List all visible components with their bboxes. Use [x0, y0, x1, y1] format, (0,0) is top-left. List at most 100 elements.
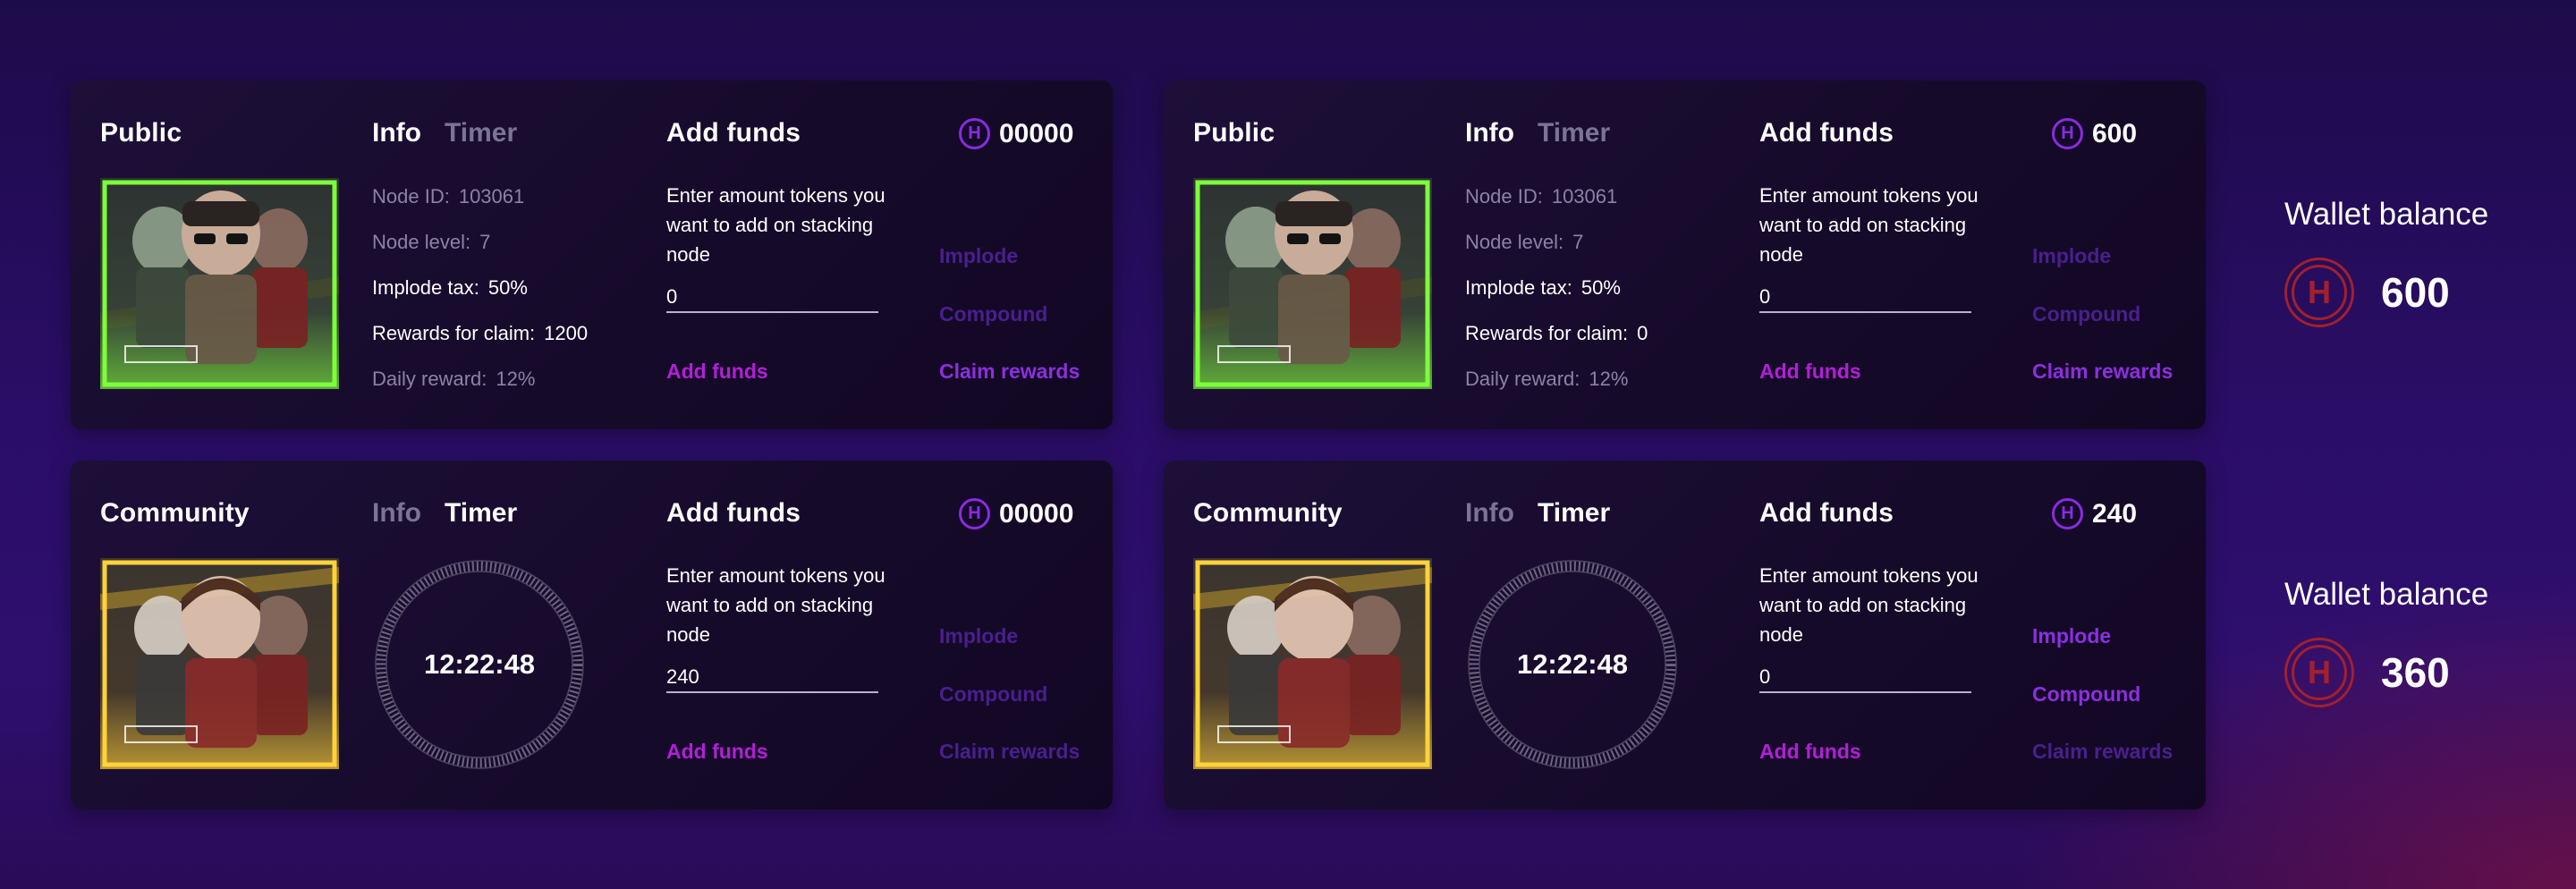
countdown-timer: 12:22:48: [1516, 648, 1629, 680]
implode-button[interactable]: Implode: [939, 624, 1018, 648]
rewards-row: Rewards for claim: 1200: [372, 322, 589, 344]
nft-image-community: [1193, 558, 1432, 769]
hex-token-icon: H: [2052, 118, 2083, 149]
token-balance: H 600: [2052, 118, 2137, 149]
add-funds-title: Add funds: [666, 498, 801, 528]
compound-button[interactable]: Compound: [2032, 302, 2140, 326]
add-funds-description: Enter amount tokens you want to add on s…: [1759, 564, 1979, 646]
hex-coin-icon-inner: H: [2292, 265, 2347, 320]
add-funds-title: Add funds: [1759, 498, 1894, 528]
add-funds-title: Add funds: [666, 118, 801, 148]
amount-input[interactable]: [1759, 663, 1971, 693]
card-title: Community: [100, 498, 250, 528]
implode-button[interactable]: Implode: [939, 244, 1018, 268]
info-timer-tabs: Info Timer: [372, 118, 517, 148]
node-info-list: Node ID: 103061 Node level: 7 Implode tax:…: [372, 183, 640, 411]
add-funds-description: Enter amount tokens you want to add on s…: [666, 184, 886, 266]
node-id-row: Node ID: 103061: [1465, 185, 1618, 207]
token-amount: 00000: [999, 498, 1074, 529]
tab-info[interactable]: Info: [1465, 498, 1514, 529]
info-timer-tabs: Info Timer: [372, 498, 517, 529]
wallet-title: Wallet balance: [2284, 197, 2489, 232]
daily-reward-row: Daily reward: 12%: [372, 368, 536, 390]
wallet-amount: 600: [2381, 269, 2450, 316]
hex-coin-icon: H: [2284, 638, 2354, 707]
node-card-public-2: Public Info Timer Node ID: 103061 Node l…: [1164, 80, 2206, 429]
hex-token-icon: H: [2052, 498, 2083, 529]
node-card-public-1: Public Info Timer Node ID: 103061 Node l…: [71, 80, 1113, 429]
card-title: Public: [1193, 118, 1275, 148]
node-id-value: 103061: [458, 185, 525, 207]
tab-timer[interactable]: Timer: [445, 118, 517, 148]
node-card-community-1: Community Info Timer 12:22:48 Add funds …: [71, 461, 1113, 809]
rewards-value: 0: [1637, 322, 1648, 344]
claim-rewards-button[interactable]: Claim rewards: [939, 740, 1080, 764]
add-funds-description: Enter amount tokens you want to add on s…: [666, 564, 886, 646]
compound-button[interactable]: Compound: [939, 682, 1047, 707]
amount-input[interactable]: [666, 283, 878, 313]
amount-input[interactable]: [1759, 283, 1971, 313]
rewards-value: 1200: [544, 322, 589, 344]
implode-tax-row: Implode tax: 50%: [1465, 276, 1621, 299]
node-level-row: Node level: 7: [1465, 231, 1584, 253]
implode-tax-row: Implode tax: 50%: [372, 276, 528, 299]
daily-reward-value: 12%: [496, 368, 536, 390]
node-info-list: Node ID: 103061 Node level: 7 Implode tax:…: [1465, 183, 1733, 411]
implode-button[interactable]: Implode: [2032, 244, 2111, 268]
claim-rewards-button[interactable]: Claim rewards: [939, 360, 1080, 384]
add-funds-button[interactable]: Add funds: [666, 740, 768, 764]
tab-timer[interactable]: Timer: [1538, 118, 1610, 148]
node-level-value: 7: [479, 231, 491, 253]
tab-info[interactable]: Info: [372, 498, 421, 529]
wallet-balance-1: Wallet balance H 600: [2284, 197, 2488, 327]
token-balance: H 240: [2052, 498, 2137, 529]
tab-info[interactable]: Info: [1465, 118, 1514, 148]
implode-tax-value: 50%: [487, 276, 528, 299]
amount-input[interactable]: [666, 663, 878, 693]
node-level-row: Node level: 7: [372, 231, 491, 253]
wallet-title: Wallet balance: [2284, 577, 2489, 612]
token-amount: 240: [2092, 498, 2138, 529]
hex-token-icon: H: [959, 498, 990, 529]
add-funds-button[interactable]: Add funds: [666, 360, 768, 384]
compound-button[interactable]: Compound: [2032, 682, 2140, 707]
daily-reward-row: Daily reward: 12%: [1465, 368, 1629, 390]
nft-image-community: [100, 558, 339, 769]
info-timer-tabs: Info Timer: [1465, 118, 1610, 148]
daily-reward-value: 12%: [1589, 368, 1629, 390]
implode-tax-value: 50%: [1580, 276, 1621, 299]
node-level-value: 7: [1572, 231, 1584, 253]
add-funds-button[interactable]: Add funds: [1759, 360, 1861, 384]
implode-button[interactable]: Implode: [2032, 624, 2111, 648]
token-balance: H 00000: [959, 498, 1073, 529]
wallet-row: H 360: [2284, 638, 2488, 707]
token-balance: H 00000: [959, 118, 1073, 149]
compound-button[interactable]: Compound: [939, 302, 1047, 326]
claim-rewards-button[interactable]: Claim rewards: [2032, 740, 2173, 764]
countdown-timer: 12:22:48: [423, 648, 536, 680]
hex-coin-icon: H: [2284, 258, 2354, 327]
card-title: Public: [100, 118, 182, 148]
hex-token-icon: H: [959, 118, 990, 149]
add-funds-description: Enter amount tokens you want to add on s…: [1759, 184, 1979, 266]
hex-coin-icon-inner: H: [2292, 645, 2347, 700]
node-card-community-2: Community Info Timer 12:22:48 Add funds …: [1164, 461, 2206, 809]
node-id-row: Node ID: 103061: [372, 185, 525, 207]
nft-image-public: [1193, 178, 1432, 389]
rewards-row: Rewards for claim: 0: [1465, 322, 1648, 344]
node-id-value: 103061: [1551, 185, 1618, 207]
tab-timer[interactable]: Timer: [1538, 498, 1610, 529]
card-title: Community: [1193, 498, 1343, 528]
add-funds-title: Add funds: [1759, 118, 1894, 148]
token-amount: 00000: [999, 118, 1074, 148]
tab-timer[interactable]: Timer: [445, 498, 517, 529]
add-funds-button[interactable]: Add funds: [1759, 740, 1861, 764]
wallet-row: H 600: [2284, 258, 2488, 327]
token-amount: 600: [2092, 118, 2138, 148]
tab-info[interactable]: Info: [372, 118, 421, 148]
wallet-amount: 360: [2381, 649, 2450, 696]
claim-rewards-button[interactable]: Claim rewards: [2032, 360, 2173, 384]
wallet-balance-2: Wallet balance H 360: [2284, 577, 2488, 707]
info-timer-tabs: Info Timer: [1465, 498, 1610, 529]
nft-image-public: [100, 178, 339, 389]
